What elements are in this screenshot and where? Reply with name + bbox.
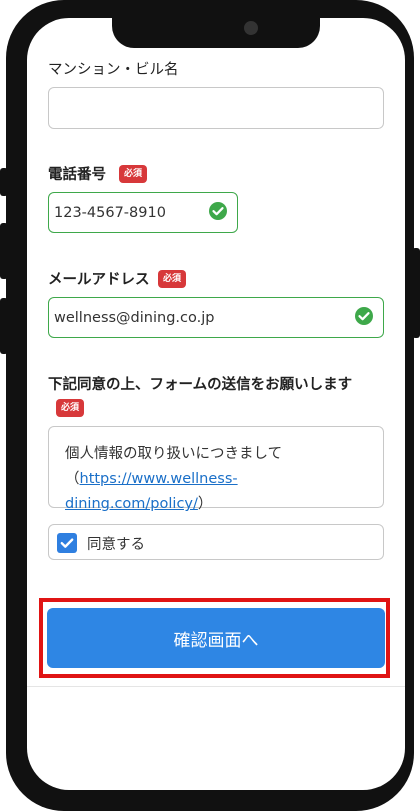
phone-label: 電話番号: [48, 167, 106, 183]
confirm-screen-button[interactable]: 確認画面へ: [47, 608, 385, 668]
silent-switch: [0, 168, 8, 196]
email-valid-check-icon: [355, 307, 373, 325]
privacy-policy-box: 個人情報の取り扱いにつきまして （https://www.wellness-di…: [48, 426, 384, 512]
building-input[interactable]: [49, 88, 334, 124]
camera-icon: [244, 21, 258, 35]
phone-valid-check-icon: [209, 202, 227, 220]
building-field[interactable]: [48, 87, 384, 129]
phone-input[interactable]: [49, 193, 204, 232]
power-button: [412, 248, 420, 338]
volume-down-button: [0, 298, 8, 354]
policy-link-line: （https://www.wellness-dining.com/policy/…: [65, 471, 238, 512]
email-field[interactable]: [48, 297, 384, 338]
checkmark-icon: [60, 538, 74, 548]
consent-required-badge: 必須: [56, 399, 85, 417]
volume-up-button: [0, 223, 8, 279]
phone-required-badge: 必須: [119, 165, 148, 183]
building-label: マンション・ビル名: [48, 62, 179, 78]
email-label: メールアドレス: [48, 272, 150, 288]
divider: [27, 686, 405, 687]
policy-text: 個人情報の取り扱いにつきまして: [65, 446, 283, 462]
email-required-badge: 必須: [158, 270, 187, 288]
phone-screen: マンション・ビル名 電話番号 必須 メールアドレス 必須 下記同意の上、フォーム…: [27, 18, 405, 790]
agree-checkbox[interactable]: [57, 533, 77, 553]
notch: [112, 18, 320, 48]
phone-frame: マンション・ビル名 電話番号 必須 メールアドレス 必須 下記同意の上、フォーム…: [0, 0, 420, 811]
consent-heading: 下記同意の上、フォームの送信をお願いします: [48, 377, 353, 393]
agree-label: 同意する: [87, 537, 145, 553]
phone-field[interactable]: [48, 192, 238, 233]
agree-checkbox-row[interactable]: 同意する: [48, 524, 384, 560]
email-input[interactable]: [49, 298, 334, 337]
